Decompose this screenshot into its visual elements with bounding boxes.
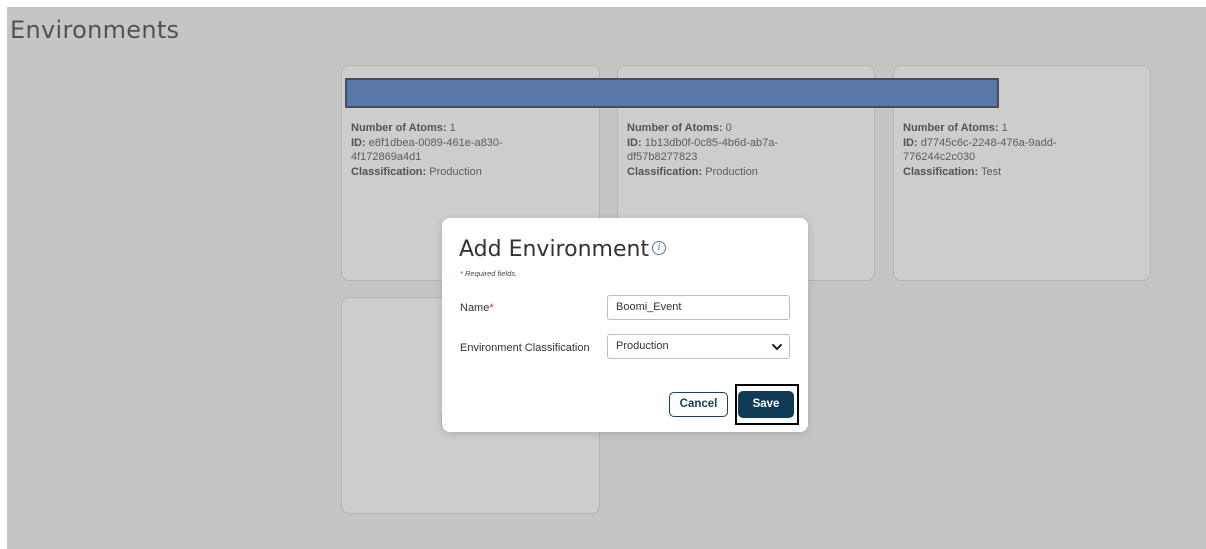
required-fields-note: * Required fields. xyxy=(460,269,517,278)
classification-selected-value: Production xyxy=(616,340,669,352)
dialog-title-text: Add Environment xyxy=(459,237,650,262)
required-note-text: Required fields. xyxy=(465,269,518,278)
name-label: Name* xyxy=(460,302,494,314)
save-button[interactable]: Save xyxy=(738,391,794,418)
info-icon[interactable]: i xyxy=(652,241,667,255)
dialog-title: Add Environment i xyxy=(459,237,667,262)
classification-select[interactable]: Production xyxy=(607,334,790,359)
name-required-star: * xyxy=(489,302,494,314)
classification-label: Environment Classification xyxy=(460,342,590,354)
chevron-down-icon xyxy=(772,344,782,350)
add-environment-dialog: Add Environment i * Required fields. Name… xyxy=(442,218,808,432)
name-input[interactable]: Boomi_Event xyxy=(607,295,790,320)
name-label-text: Name xyxy=(460,302,490,314)
required-star: * xyxy=(460,269,463,278)
cancel-button[interactable]: Cancel xyxy=(669,392,728,417)
